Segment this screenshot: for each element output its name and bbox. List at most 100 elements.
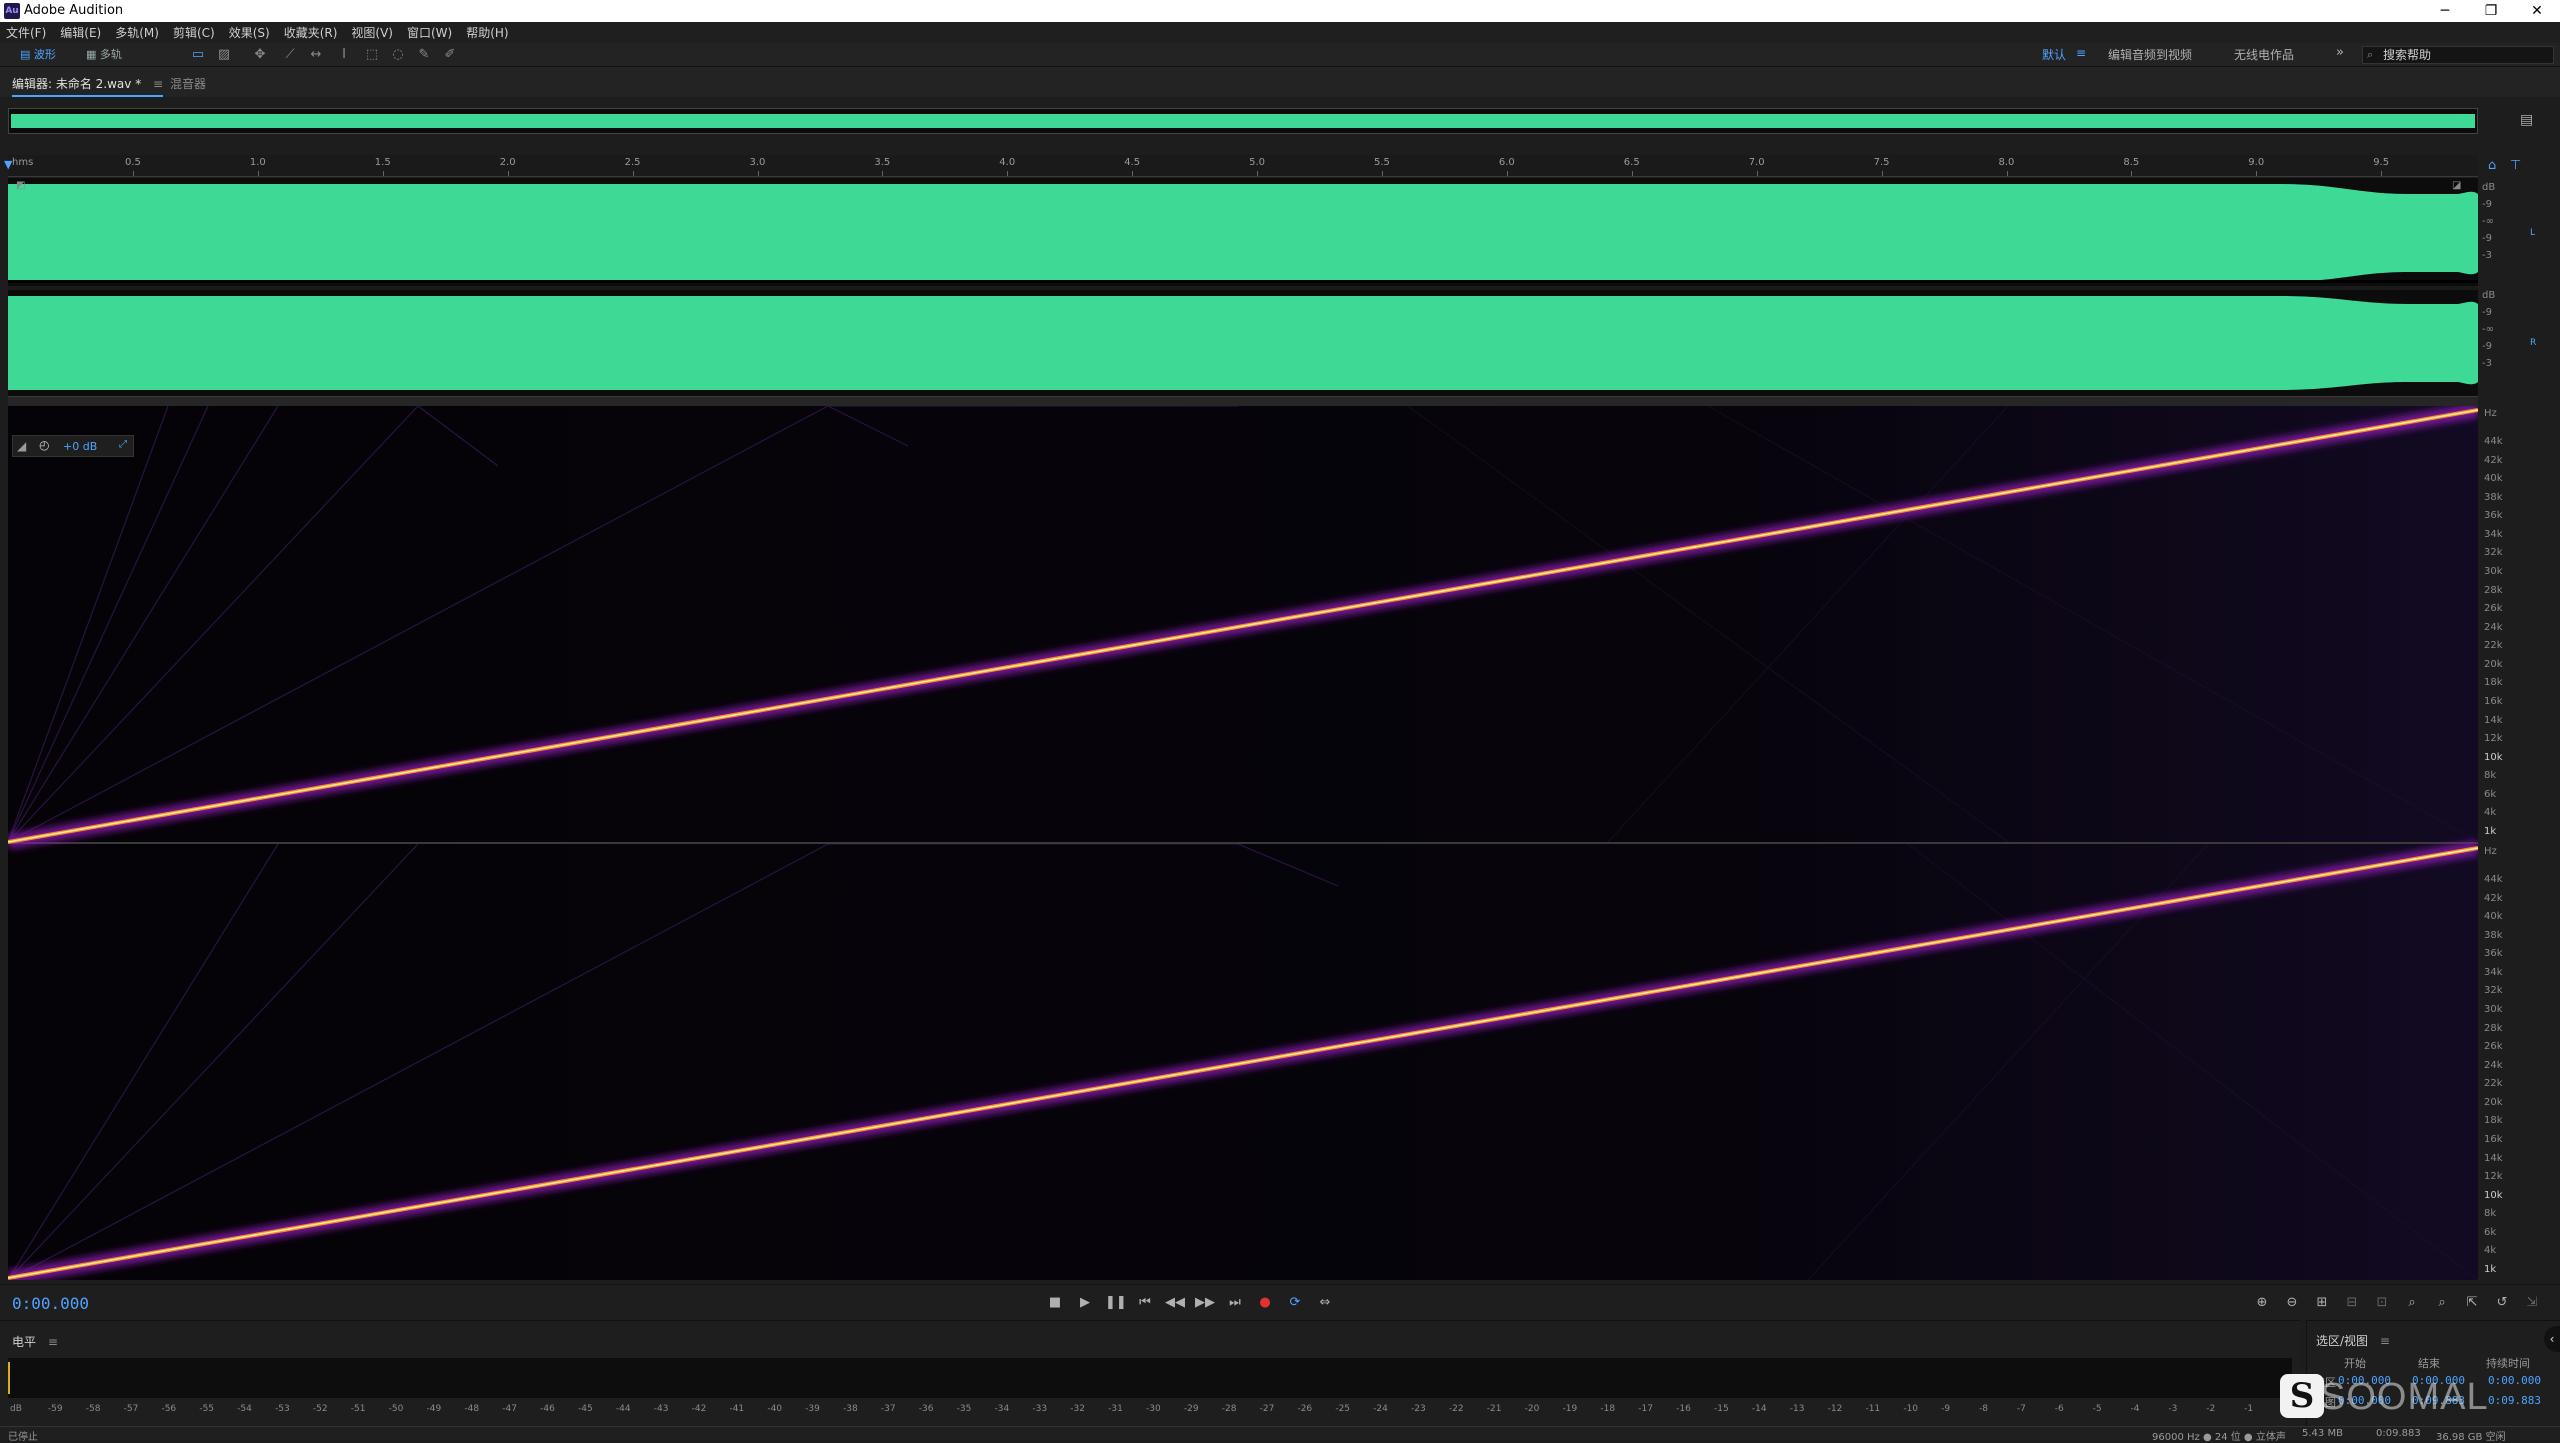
- zoom-out-amplitude-icon[interactable]: ⊖: [2282, 1294, 2302, 1312]
- zoom-extra-icon[interactable]: ⇲: [2522, 1294, 2542, 1312]
- menu-view[interactable]: 视图(V): [351, 24, 393, 41]
- meter-scale-tick: -59: [47, 1404, 63, 1414]
- hz-tick: 42k: [2484, 892, 2503, 904]
- search-help-box[interactable]: ⌕: [2362, 46, 2554, 64]
- zoom-in-amplitude-icon[interactable]: ⊕: [2252, 1294, 2272, 1312]
- zoom-reset-icon[interactable]: ↺: [2492, 1294, 2512, 1312]
- ruler-tick-label: 9.0: [2248, 157, 2265, 168]
- stop-icon[interactable]: ■: [1045, 1294, 1065, 1312]
- hz-tick: 40k: [2484, 911, 2503, 923]
- spectral-display-icon[interactable]: ▨: [216, 47, 232, 63]
- loop-icon[interactable]: ⟳: [1285, 1294, 1305, 1312]
- waveform-spectral-divider[interactable]: [8, 396, 2478, 406]
- title-bar: Au Adobe Audition ─ ❐ ✕: [0, 0, 2560, 22]
- volume-knob-icon[interactable]: ◴: [39, 438, 49, 452]
- search-icon: ⌕: [2367, 48, 2374, 61]
- hz-tick: 1k: [2484, 1264, 2497, 1275]
- levels-title-label: 电平: [12, 1335, 37, 1349]
- menu-help[interactable]: 帮助(H): [466, 24, 508, 41]
- restore-button[interactable]: ❐: [2468, 0, 2514, 22]
- ruler-tick-label: 8.0: [1998, 157, 2015, 168]
- zoom-selection-icon[interactable]: ⊡: [2372, 1294, 2392, 1312]
- hz-tick: 18k: [2484, 1115, 2503, 1127]
- fade-out-handle-icon[interactable]: ◪: [2452, 180, 2464, 192]
- menu-clip[interactable]: 剪辑(C): [173, 24, 215, 41]
- channel-left-toggle[interactable]: L: [2530, 228, 2535, 238]
- hz-tick: 32k: [2484, 985, 2503, 997]
- meter-scale-tick: -20: [1524, 1404, 1540, 1414]
- overflow-chevron-icon[interactable]: »: [2336, 45, 2344, 60]
- fade-in-handle-icon[interactable]: ◩: [16, 180, 28, 192]
- pause-icon[interactable]: ❚❚: [1105, 1294, 1127, 1312]
- zoom-full-icon[interactable]: ⇱: [2462, 1294, 2482, 1312]
- waveform-overview[interactable]: [8, 108, 2478, 134]
- tab-editor[interactable]: 编辑器: 未命名 2.wav * ≡: [12, 75, 164, 97]
- go-to-end-icon[interactable]: ⏭: [1225, 1294, 1245, 1312]
- waveform-view-button[interactable]: ▤ 波形: [20, 46, 56, 64]
- selection-menu-icon[interactable]: ≡: [2380, 1334, 2390, 1348]
- spectral-display[interactable]: [6, 403, 2480, 1285]
- hud-pin-icon[interactable]: ⤢: [119, 439, 127, 450]
- zoom-in-point-icon[interactable]: ⌕: [2402, 1294, 2422, 1312]
- overview-panel-menu-icon[interactable]: ▤: [2520, 112, 2536, 128]
- meter-scale-tick: -7: [2016, 1404, 2026, 1414]
- workspace-menu-icon[interactable]: ≡: [2076, 46, 2086, 60]
- search-help-input[interactable]: [2383, 48, 2551, 62]
- meter-scale-tick: -43: [653, 1404, 669, 1414]
- waveform-display-icon[interactable]: ▭: [190, 47, 206, 63]
- spot-healing-tool-icon[interactable]: ✐: [442, 47, 458, 63]
- go-to-start-icon[interactable]: ⏮: [1135, 1294, 1155, 1312]
- marquee-tool-icon[interactable]: ⬚: [364, 47, 380, 63]
- record-icon[interactable]: ●: [1255, 1294, 1275, 1312]
- hud-volume-value[interactable]: +0 dB: [63, 440, 97, 453]
- db-tick: -9: [2482, 307, 2492, 318]
- workspace-default-tab[interactable]: 默认: [2042, 46, 2066, 63]
- ruler-pin-icon[interactable]: ⊤: [2510, 158, 2521, 173]
- minimize-button[interactable]: ─: [2422, 0, 2468, 22]
- tab-mixer[interactable]: 混音器: [170, 75, 206, 92]
- zoom-out-time-icon[interactable]: ⊟: [2342, 1294, 2362, 1312]
- status-duration: 0:09.883: [2376, 1428, 2421, 1439]
- waveform-display[interactable]: [8, 178, 2478, 396]
- playhead-marker-icon[interactable]: ▼: [4, 158, 14, 172]
- menu-multitrack[interactable]: 多轨(M): [115, 24, 159, 41]
- time-display[interactable]: 0:00.000: [12, 1294, 89, 1313]
- zoom-out-point-icon[interactable]: ⌕: [2432, 1294, 2452, 1312]
- db-label: dB: [2482, 290, 2496, 301]
- menu-edit[interactable]: 编辑(E): [60, 24, 101, 41]
- zoom-in-time-icon[interactable]: ⊞: [2312, 1294, 2332, 1312]
- menu-file[interactable]: 文件(F): [6, 24, 46, 41]
- panel-tab-bar: 编辑器: 未命名 2.wav * ≡ 混音器: [0, 67, 2560, 97]
- move-tool-icon[interactable]: ✥: [252, 47, 268, 63]
- workspace-radio-tab[interactable]: 无线电作品: [2234, 46, 2294, 63]
- time-selection-tool-icon[interactable]: I: [336, 47, 352, 63]
- slip-tool-icon[interactable]: ↔: [308, 47, 324, 63]
- waveform-label: 波形: [33, 48, 56, 61]
- razor-tool-icon[interactable]: ⟋: [282, 47, 298, 63]
- hz-tick: 6k: [2484, 788, 2497, 800]
- menu-favorites[interactable]: 收藏夹(R): [284, 24, 338, 41]
- rewind-icon[interactable]: ◀◀: [1165, 1294, 1185, 1312]
- meter-scale-tick: -38: [843, 1404, 858, 1414]
- close-button[interactable]: ✕: [2514, 0, 2560, 22]
- fast-forward-icon[interactable]: ▶▶: [1195, 1294, 1215, 1312]
- time-ruler[interactable]: hms 0.5 1.0 1.5 2.0 2.5 3.0 3.5 4.0 4.5 5.0 5.5 6.0…: [8, 155, 2478, 177]
- tab-menu-icon[interactable]: ≡: [153, 77, 163, 91]
- lasso-tool-icon[interactable]: ◌: [390, 47, 406, 63]
- hz-tick: 12k: [2484, 733, 2503, 745]
- play-icon[interactable]: ▶: [1075, 1294, 1095, 1312]
- levels-menu-icon[interactable]: ≡: [48, 1335, 58, 1349]
- ruler-tick-mark: [1382, 171, 1383, 176]
- zoom-lock-icon[interactable]: ⌂: [2488, 158, 2496, 173]
- level-meter: [8, 1358, 2292, 1398]
- multitrack-view-button[interactable]: ▦ 多轨: [86, 46, 122, 64]
- menu-effects[interactable]: 效果(S): [229, 24, 270, 41]
- menu-window[interactable]: 窗口(W): [407, 24, 452, 41]
- meter-scale-tick: -40: [767, 1404, 783, 1414]
- skip-selection-icon[interactable]: ⇔: [1315, 1294, 1335, 1312]
- workspace-video-tab[interactable]: 编辑音频到视频: [2108, 46, 2192, 63]
- channel-right-toggle[interactable]: R: [2530, 338, 2536, 348]
- meter-scale-tick: -2: [2206, 1404, 2216, 1414]
- hz-tick: 14k: [2484, 714, 2503, 726]
- brush-tool-icon[interactable]: ✎: [416, 47, 432, 63]
